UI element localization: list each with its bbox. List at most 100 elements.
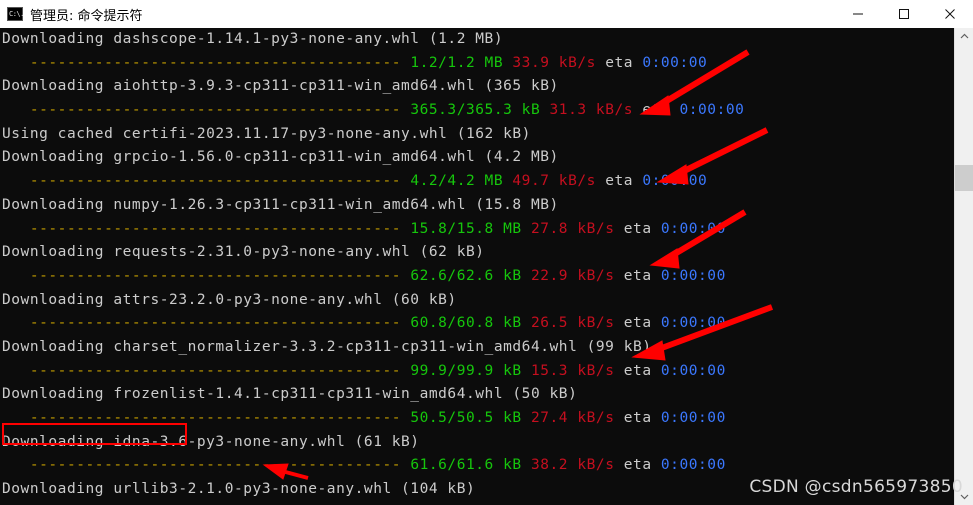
download-text: Using cached certifi-2023.11.17-py3-none… xyxy=(2,125,531,142)
progress-gap-1 xyxy=(522,315,531,331)
progress-eta-label: eta xyxy=(633,102,680,119)
console-line-progress: ----------------------------------------… xyxy=(2,52,954,76)
console-line-progress: ----------------------------------------… xyxy=(2,99,954,123)
console-line-progress: ----------------------------------------… xyxy=(2,170,954,194)
progress-gap-1 xyxy=(522,268,531,284)
progress-speed: 22.9 kB/s xyxy=(530,267,615,284)
download-text: Downloading urllib3-2.1.0-py3-none-any.w… xyxy=(2,481,476,498)
download-text: Downloading numpy-1.26.3-cp311-cp311-win… xyxy=(2,196,559,213)
download-text: Downloading aiohttp-3.9.3-cp311-cp311-wi… xyxy=(2,78,559,95)
progress-eta-label: eta xyxy=(595,54,643,71)
progress-speed: 38.2 kB/s xyxy=(530,457,615,474)
progress-eta-label: eta xyxy=(614,315,661,332)
progress-gap-1 xyxy=(503,173,512,189)
window-title: 管理员: 命令提示符 xyxy=(30,8,143,24)
console-line-download: Downloading requests-2.31.0-py3-none-any… xyxy=(2,241,954,265)
scroll-up-icon[interactable] xyxy=(955,28,973,45)
progress-size: 4.2/4.2 MB xyxy=(410,173,504,190)
download-text: Downloading requests-2.31.0-py3-none-any… xyxy=(2,244,485,261)
progress-size: 15.8/15.8 MB xyxy=(410,220,522,237)
console-line-download: Using cached certifi-2023.11.17-py3-none… xyxy=(2,123,954,147)
console-output[interactable]: Downloading dashscope-1.14.1-py3-none-an… xyxy=(0,28,954,505)
console-body: Downloading dashscope-1.14.1-py3-none-an… xyxy=(0,28,973,505)
progress-bar: ---------------------------------------- xyxy=(2,315,411,332)
console-line-download: Downloading urllib3-2.1.0-py3-none-any.w… xyxy=(2,478,954,502)
vertical-scrollbar[interactable] xyxy=(954,28,973,505)
progress-eta-label: eta xyxy=(614,362,661,379)
progress-eta-label: eta xyxy=(595,173,643,190)
progress-size: 61.6/61.6 kB xyxy=(410,457,522,474)
console-line-progress: ----------------------------------------… xyxy=(2,360,954,384)
progress-bar: ---------------------------------------- xyxy=(2,267,411,284)
progress-bar: ---------------------------------------- xyxy=(2,457,411,474)
progress-eta-value: 0:00:00 xyxy=(660,457,726,474)
download-text: Downloading frozenlist-1.4.1-cp311-cp311… xyxy=(2,386,578,403)
progress-eta-value: 0:00:00 xyxy=(660,267,726,284)
progress-eta-label: eta xyxy=(614,220,661,237)
progress-eta-label: eta xyxy=(614,410,661,426)
console-icon xyxy=(7,7,24,21)
download-text: Downloading grpcio-1.56.0-cp311-cp311-wi… xyxy=(2,149,559,166)
progress-bar: ---------------------------------------- xyxy=(2,410,411,426)
progress-eta-value: 0:00:00 xyxy=(660,362,726,379)
progress-gap-1 xyxy=(522,363,531,379)
progress-bar: ---------------------------------------- xyxy=(2,173,411,190)
progress-speed: 15.3 kB/s xyxy=(530,362,615,379)
progress-speed: 26.5 kB/s xyxy=(530,315,615,332)
progress-eta-value: 0:00:00 xyxy=(660,220,726,237)
progress-size: 99.9/99.9 kB xyxy=(410,362,522,379)
minimize-button[interactable] xyxy=(835,0,881,28)
console-line-download: Downloading frozenlist-1.4.1-cp311-cp311… xyxy=(2,383,954,407)
download-text: Downloading attrs-23.2.0-py3-none-any.wh… xyxy=(2,291,457,308)
progress-size: 60.8/60.8 kB xyxy=(410,315,522,332)
progress-gap-1 xyxy=(522,221,531,237)
close-button[interactable] xyxy=(927,0,973,28)
progress-speed: 27.4 kB/s xyxy=(530,410,615,426)
console-window: 管理员: 命令提示符 Downloading dashscope-1.14.1-… xyxy=(0,0,973,505)
progress-gap-1 xyxy=(503,55,512,71)
progress-speed: 33.9 kB/s xyxy=(512,54,596,71)
progress-eta-value: 0:00:00 xyxy=(679,102,745,119)
progress-gap-1 xyxy=(522,410,531,426)
progress-eta-value: 0:00:00 xyxy=(660,410,726,426)
console-line-download: Downloading idna-3.6-py3-none-any.whl (6… xyxy=(2,431,954,455)
progress-speed: 27.8 kB/s xyxy=(530,220,615,237)
console-line-progress: ----------------------------------------… xyxy=(2,454,954,478)
download-text: Downloading idna-3.6-py3-none-any.whl (6… xyxy=(2,433,420,450)
console-line-download: Downloading charset_normalizer-3.3.2-cp3… xyxy=(2,336,954,360)
progress-gap-1 xyxy=(522,457,531,473)
console-line-progress: ----------------------------------------… xyxy=(2,312,954,336)
progress-bar: ---------------------------------------- xyxy=(2,102,411,119)
scroll-down-icon[interactable] xyxy=(955,488,973,505)
download-text: Downloading charset_normalizer-3.3.2-cp3… xyxy=(2,338,652,355)
progress-bar: ---------------------------------------- xyxy=(2,362,411,379)
console-line-download: Downloading aiohttp-3.9.3-cp311-cp311-wi… xyxy=(2,75,954,99)
progress-eta-value: 0:00:00 xyxy=(642,173,708,190)
maximize-button[interactable] xyxy=(881,0,927,28)
progress-speed: 49.7 kB/s xyxy=(512,173,596,190)
progress-size: 62.6/62.6 kB xyxy=(410,267,522,284)
progress-gap-1 xyxy=(540,102,549,118)
progress-speed: 31.3 kB/s xyxy=(549,102,634,119)
download-text: Downloading dashscope-1.14.1-py3-none-an… xyxy=(2,31,504,47)
title-bar: 管理员: 命令提示符 xyxy=(0,0,973,28)
title-bar-left: 管理员: 命令提示符 xyxy=(0,5,143,24)
console-line-progress: ----------------------------------------… xyxy=(2,407,954,431)
console-line-download: Downloading dashscope-1.14.1-py3-none-an… xyxy=(2,28,954,52)
progress-eta-label: eta xyxy=(614,457,661,474)
progress-eta-label: eta xyxy=(614,267,661,284)
progress-eta-value: 0:00:00 xyxy=(642,54,708,71)
scrollbar-thumb[interactable] xyxy=(955,165,973,191)
progress-bar: ---------------------------------------- xyxy=(2,220,411,237)
console-line-progress: ----------------------------------------… xyxy=(2,265,954,289)
window-controls xyxy=(835,0,973,28)
progress-bar: ---------------------------------------- xyxy=(2,54,411,71)
scrollbar-track[interactable] xyxy=(955,45,973,488)
progress-size: 50.5/50.5 kB xyxy=(410,410,522,426)
progress-size: 365.3/365.3 kB xyxy=(410,102,541,119)
console-line-download: Downloading attrs-23.2.0-py3-none-any.wh… xyxy=(2,289,954,313)
console-line-download: Downloading grpcio-1.56.0-cp311-cp311-wi… xyxy=(2,146,954,170)
progress-eta-value: 0:00:00 xyxy=(660,315,726,332)
console-line-download: Downloading numpy-1.26.3-cp311-cp311-win… xyxy=(2,194,954,218)
progress-size: 1.2/1.2 MB xyxy=(410,54,504,71)
